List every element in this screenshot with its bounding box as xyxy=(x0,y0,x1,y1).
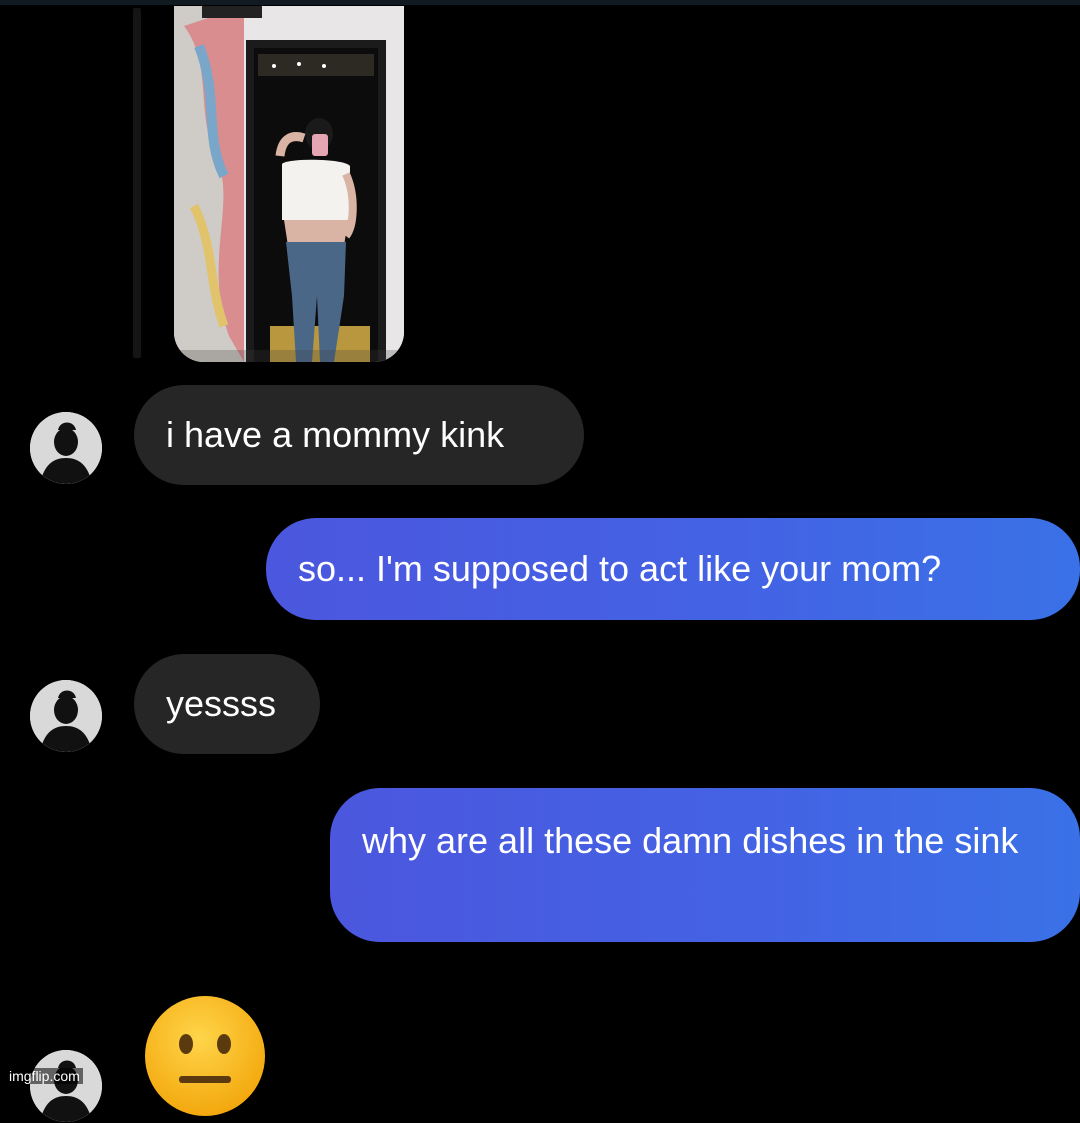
contact-avatar[interactable] xyxy=(30,412,102,484)
message-bubble-outgoing[interactable]: so... I'm supposed to act like your mom? xyxy=(266,518,1080,620)
message-text: why are all these damn dishes in the sin… xyxy=(362,820,1019,861)
shared-photo[interactable] xyxy=(174,6,404,362)
contact-avatar[interactable] xyxy=(30,1050,102,1122)
reply-thread-line xyxy=(133,8,141,358)
message-text: yessss xyxy=(166,683,277,724)
message-text: i have a mommy kink xyxy=(166,414,505,455)
message-bubble-incoming[interactable]: yessss xyxy=(134,654,320,754)
message-bubble-outgoing[interactable]: why are all these damn dishes in the sin… xyxy=(330,788,1080,942)
person-silhouette-icon xyxy=(30,680,102,752)
watermark: imgflip.com xyxy=(6,1068,83,1084)
mirror-selfie-image xyxy=(174,6,404,362)
person-silhouette-icon xyxy=(30,412,102,484)
top-edge xyxy=(0,0,1080,5)
contact-avatar[interactable] xyxy=(30,680,102,752)
neutral-face-emoji-icon xyxy=(143,994,267,1118)
message-bubble-incoming[interactable]: i have a mommy kink xyxy=(134,385,584,485)
message-text: so... I'm supposed to act like your mom? xyxy=(298,548,942,589)
person-silhouette-icon xyxy=(30,1050,102,1122)
